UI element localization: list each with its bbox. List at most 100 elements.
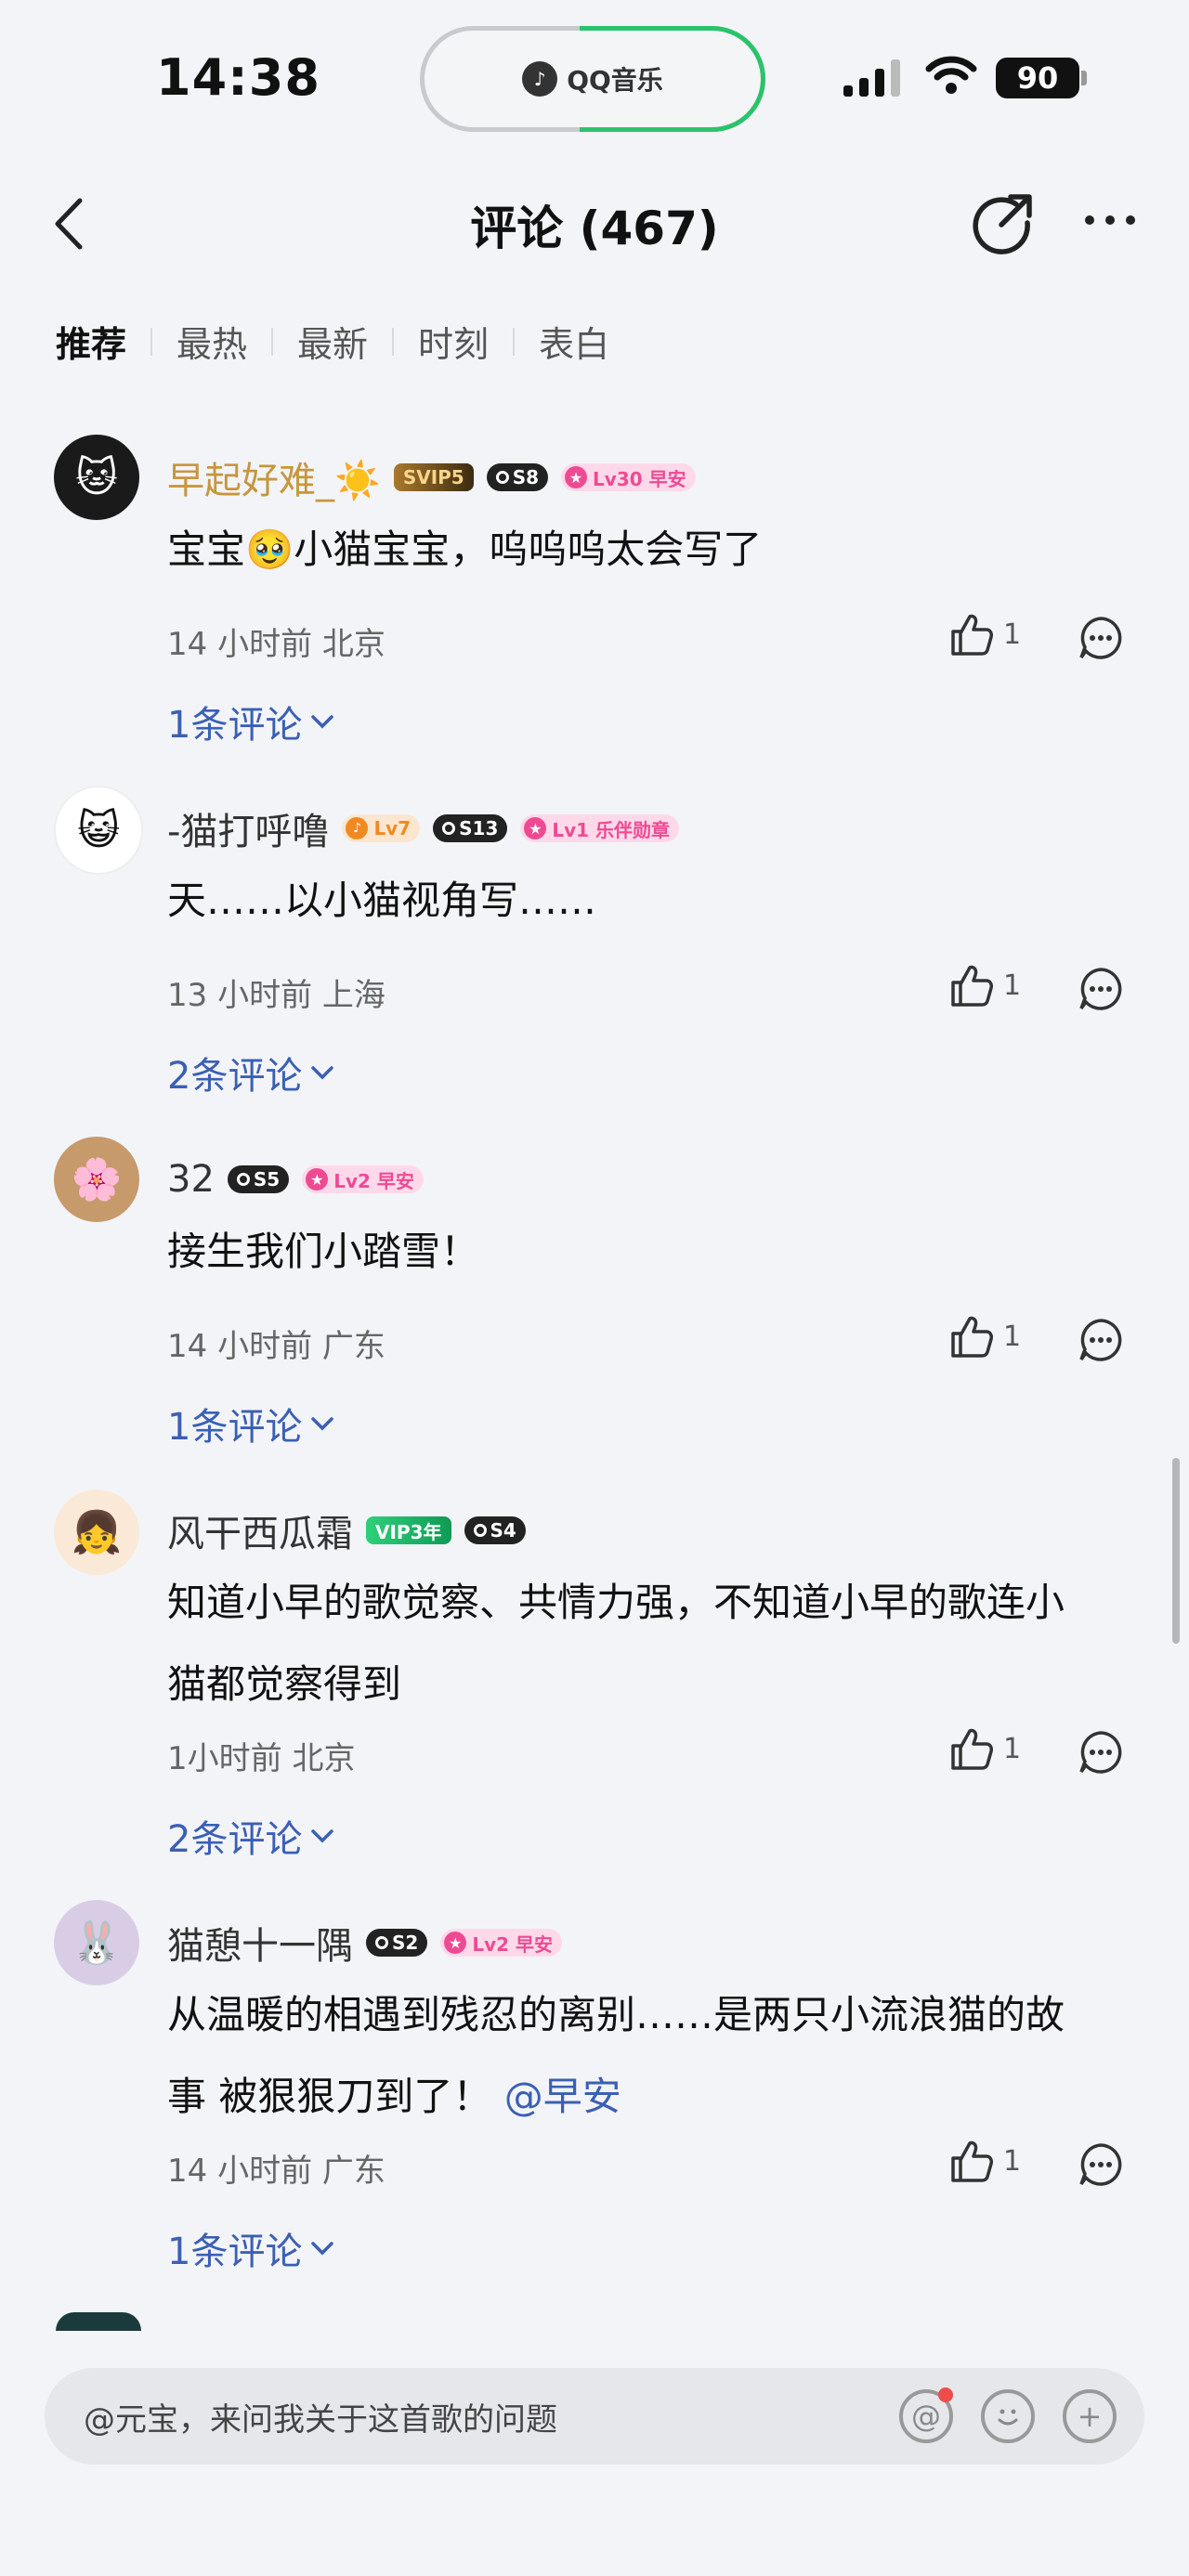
- s-level-text: S13: [459, 817, 499, 839]
- fan-level-badge: ★ Lv2 早安: [440, 1929, 562, 1957]
- chevron-down-icon: [311, 1066, 334, 1080]
- scrollbar[interactable]: [1172, 1458, 1180, 1644]
- fan-level-badge: ★ Lv30 早安: [561, 463, 696, 491]
- comment-text-line: 知道小早的歌觉察、共情力强，不知道小早的歌连小: [167, 1580, 1065, 1625]
- tab-hottest[interactable]: 最热: [176, 316, 247, 367]
- battery-indicator: 90: [996, 58, 1079, 98]
- island-progress-arc: [580, 26, 765, 132]
- fan-level-text: Lv2 早安: [333, 1169, 414, 1192]
- svip-badge: SVIP5: [393, 463, 474, 491]
- username[interactable]: 风干西瓜霜: [167, 1503, 353, 1557]
- comment-text-line: 事 被狠狠刀到了！ @早安: [167, 2056, 1124, 2138]
- s-level-text: S4: [490, 1519, 516, 1542]
- reply-bubble-icon[interactable]: [1078, 615, 1124, 661]
- avatar[interactable]: 🐱: [54, 435, 139, 520]
- reply-bubble-icon[interactable]: [1078, 966, 1124, 1012]
- reply-bubble-icon[interactable]: [1078, 2141, 1124, 2188]
- comment-text: 接生我们小踏雪！: [167, 1229, 480, 1274]
- replies-count: 1条评论: [167, 1406, 303, 1449]
- tab-recommended[interactable]: 推荐: [56, 316, 126, 367]
- avatar[interactable]: 😺: [54, 786, 143, 875]
- s-level-badge: S13: [433, 814, 508, 842]
- replies-toggle[interactable]: 2条评论: [167, 1046, 335, 1099]
- mention-link[interactable]: @早安: [504, 2074, 621, 2119]
- comment-text-line: 猫都觉察得到: [167, 1661, 402, 1707]
- like-count: 1: [1003, 1732, 1022, 1765]
- battery-cap: [1081, 71, 1087, 85]
- chevron-down-icon: [311, 715, 334, 729]
- reply-bubble-icon[interactable]: [1078, 1729, 1124, 1776]
- replies-count: 1条评论: [167, 704, 303, 747]
- comment-meta: 1小时前 北京: [167, 1740, 356, 1777]
- comment-text: 天……以小猫视角写……: [167, 878, 597, 923]
- notification-dot: [938, 2387, 953, 2402]
- avatar[interactable]: 🐰: [54, 1900, 139, 1985]
- tab-divider: [392, 327, 395, 356]
- comment-meta: 14 小时前 广东: [167, 2153, 385, 2190]
- chevron-down-icon: [311, 1829, 334, 1843]
- tab-divider: [271, 327, 274, 356]
- comment-meta: 13 小时前 上海: [167, 977, 385, 1014]
- like-button[interactable]: 1: [947, 1725, 1021, 1772]
- like-count: 1: [1003, 1320, 1022, 1353]
- emoji-icon[interactable]: [981, 2389, 1035, 2443]
- like-button[interactable]: 1: [947, 962, 1021, 1008]
- like-count: 1: [1003, 969, 1022, 1002]
- share-button[interactable]: [970, 191, 1035, 256]
- status-time: 14:38: [156, 48, 320, 107]
- username[interactable]: 猫憩十一隅: [167, 1916, 353, 1970]
- replies-toggle[interactable]: 1条评论: [167, 1397, 335, 1451]
- dot-icon: [1126, 215, 1135, 225]
- s-level-badge: S4: [464, 1516, 526, 1544]
- username[interactable]: -猫打呼噜: [167, 801, 329, 855]
- username[interactable]: 早起好难_☀️: [167, 450, 381, 504]
- chevron-down-icon: [311, 2242, 334, 2256]
- comment-input-bar[interactable]: @元宝，来问我关于这首歌的问题 @ +: [45, 2368, 1144, 2465]
- replies-toggle[interactable]: 2条评论: [167, 1809, 335, 1863]
- chevron-down-icon: [311, 1417, 334, 1431]
- smiley-face-icon: [998, 2409, 1018, 2426]
- tab-confession[interactable]: 表白: [539, 316, 609, 367]
- vip-badge: VIP3年: [366, 1516, 451, 1544]
- user-level-text: Lv7: [373, 817, 412, 839]
- reply-bubble-icon[interactable]: [1078, 1317, 1124, 1363]
- tab-moments[interactable]: 时刻: [418, 316, 489, 367]
- comment-text-line: 从温暖的相遇到残忍的离别……是两只小流浪猫的故: [167, 1992, 1065, 2037]
- avatar[interactable]: 👧: [54, 1490, 139, 1575]
- like-count: 1: [1003, 618, 1022, 651]
- tab-divider: [513, 327, 516, 356]
- replies-count: 2条评论: [167, 1818, 303, 1861]
- avatar: [56, 2312, 141, 2331]
- fan-level-text: Lv2 早安: [472, 1932, 553, 1956]
- like-button[interactable]: 1: [947, 2138, 1021, 2184]
- replies-toggle[interactable]: 1条评论: [167, 2221, 335, 2275]
- thumbs-up-icon: [951, 1316, 993, 1358]
- thumbs-up-icon: [951, 614, 993, 656]
- like-button[interactable]: 1: [947, 611, 1021, 657]
- fan-level-badge: ★ Lv1 乐伴勋章: [520, 814, 680, 842]
- more-options-button[interactable]: [1085, 215, 1135, 225]
- comment-text: 知道小早的歌觉察、共情力强，不知道小早的歌连小 猫都觉察得到: [167, 1562, 1124, 1725]
- add-icon[interactable]: +: [1063, 2389, 1117, 2443]
- fan-level-text: Lv30 早安: [593, 467, 686, 490]
- fan-level-badge: ★ Lv2 早安: [302, 1165, 424, 1193]
- avatar[interactable]: 🌸: [54, 1137, 139, 1222]
- replies-count: 2条评论: [167, 1055, 303, 1098]
- comment-meta: 14 小时前 广东: [167, 1328, 385, 1365]
- username[interactable]: 32: [167, 1158, 215, 1201]
- replies-toggle[interactable]: 1条评论: [167, 695, 335, 748]
- dynamic-island[interactable]: ♪ QQ音乐: [420, 26, 765, 132]
- wifi-icon: [925, 56, 977, 94]
- replies-count: 1条评论: [167, 2231, 303, 2273]
- comment-meta: 14 小时前 北京: [167, 626, 385, 663]
- comment-text: 从温暖的相遇到残忍的离别……是两只小流浪猫的故 事 被狠狠刀到了！ @早安: [167, 1974, 1124, 2138]
- comment-input[interactable]: @元宝，来问我关于这首歌的问题: [84, 2394, 899, 2439]
- mention-icon[interactable]: @: [899, 2387, 953, 2443]
- like-button[interactable]: 1: [947, 1313, 1021, 1360]
- qq-music-logo-icon: ♪: [522, 61, 558, 97]
- s-level-text: S2: [392, 1932, 419, 1954]
- s-level-text: S5: [253, 1168, 281, 1190]
- tab-newest[interactable]: 最新: [297, 316, 368, 367]
- share-icon: [973, 194, 1032, 254]
- tab-divider: [150, 327, 153, 356]
